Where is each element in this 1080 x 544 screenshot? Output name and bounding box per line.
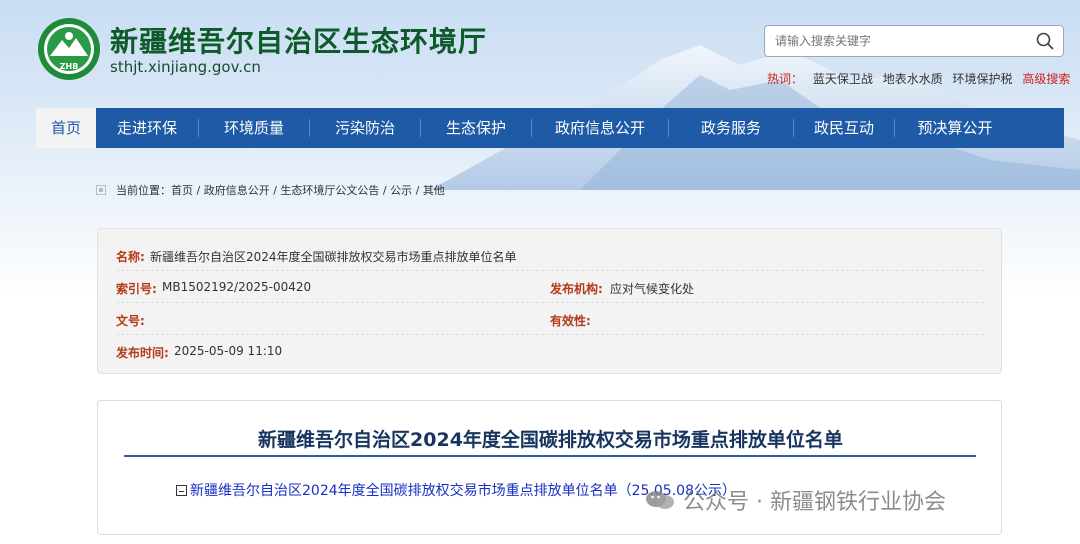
info-value: MB1502192/2025-00420 xyxy=(162,280,312,294)
document-title: 新疆维吾尔自治区2024年度全国碳排放权交易市场重点排放单位名单 xyxy=(258,429,843,451)
info-key: 名称: xyxy=(116,250,145,264)
info-key: 索引号: xyxy=(116,282,157,296)
location-icon xyxy=(96,185,106,195)
logo-text: ZHB xyxy=(60,62,79,71)
info-row-index: 索引号: MB1502192/2025-00420 发布机构: 应对气候变化处 xyxy=(116,271,984,303)
search-icon[interactable] xyxy=(1035,31,1055,51)
site-logo[interactable]: ZHB xyxy=(36,16,102,82)
info-value: 新疆维吾尔自治区2024年度全国碳排放权交易市场重点排放单位名单 xyxy=(150,250,517,264)
breadcrumb-separator: / xyxy=(379,183,391,197)
hot-words: 热词： 蓝天保卫战 地表水水质 环境保护税 高级搜索 xyxy=(767,70,1070,87)
nav-item-home[interactable]: 首页 xyxy=(36,108,96,148)
nav-item-pollution[interactable]: 污染防治 xyxy=(310,108,420,148)
hot-words-label: 热词： xyxy=(767,72,804,86)
nav-item-env-quality[interactable]: 环境质量 xyxy=(199,108,309,148)
main-nav: 首页 走进环保 环境质量 污染防治 生态保护 政府信息公开 政务服务 政民互动 … xyxy=(36,108,1064,148)
advanced-search-link[interactable]: 高级搜索 xyxy=(1022,72,1070,86)
breadcrumb-item[interactable]: 其他 xyxy=(423,182,445,198)
info-value: 应对气候变化处 xyxy=(610,282,695,296)
breadcrumb-item[interactable]: 公示 xyxy=(390,182,412,198)
file-icon xyxy=(176,484,187,496)
breadcrumb-separator: / xyxy=(412,183,423,197)
info-row-date: 发布时间: 2025-05-09 11:10 xyxy=(116,335,984,367)
breadcrumb-item[interactable]: 生态环境厅公文公告 xyxy=(280,182,379,198)
document-info-panel: 名称: 新疆维吾尔自治区2024年度全国碳排放权交易市场重点排放单位名单 索引号… xyxy=(97,228,1002,374)
nav-item-budget[interactable]: 预决算公开 xyxy=(895,108,1015,148)
info-key: 有效性: xyxy=(550,314,591,328)
breadcrumb-separator: / xyxy=(193,183,204,197)
hot-word-link[interactable]: 蓝天保卫战 xyxy=(813,72,873,86)
breadcrumb-label: 当前位置： xyxy=(116,184,171,197)
title-divider xyxy=(124,455,976,457)
info-key: 文号: xyxy=(116,314,145,328)
breadcrumb-separator: / xyxy=(269,183,281,197)
nav-item-gov-info[interactable]: 政府信息公开 xyxy=(532,108,668,148)
hot-word-link[interactable]: 环境保护税 xyxy=(953,72,1013,86)
site-title[interactable]: 新疆维吾尔自治区生态环境厅 xyxy=(110,20,487,60)
nav-item-interaction[interactable]: 政民互动 xyxy=(794,108,894,148)
breadcrumb: 当前位置： 首页 / 政府信息公开 / 生态环境厅公文公告 / 公示 / 其他 xyxy=(96,182,445,198)
watermark-text: 公众号 · 新疆钢铁行业协会 xyxy=(683,490,946,515)
wechat-icon xyxy=(646,491,674,509)
watermark: 公众号 · 新疆钢铁行业协会 xyxy=(645,484,946,516)
breadcrumb-item[interactable]: 政府信息公开 xyxy=(204,182,270,198)
nav-item-ecology[interactable]: 生态保护 xyxy=(421,108,531,148)
info-key: 发布机构: xyxy=(550,282,603,296)
info-row-docno: 文号: 有效性: xyxy=(116,303,984,335)
hot-word-link[interactable]: 地表水水质 xyxy=(883,72,943,86)
info-value: 2025-05-09 11:10 xyxy=(174,344,283,358)
nav-item-about[interactable]: 走进环保 xyxy=(96,108,198,148)
nav-item-services[interactable]: 政务服务 xyxy=(669,108,793,148)
breadcrumb-item[interactable]: 首页 xyxy=(171,182,193,198)
search-input[interactable] xyxy=(775,26,1015,56)
info-key: 发布时间: xyxy=(116,346,169,360)
search-box xyxy=(764,25,1064,57)
site-url: sthjt.xinjiang.gov.cn xyxy=(110,58,261,76)
info-row-name: 名称: 新疆维吾尔自治区2024年度全国碳排放权交易市场重点排放单位名单 xyxy=(116,239,984,271)
